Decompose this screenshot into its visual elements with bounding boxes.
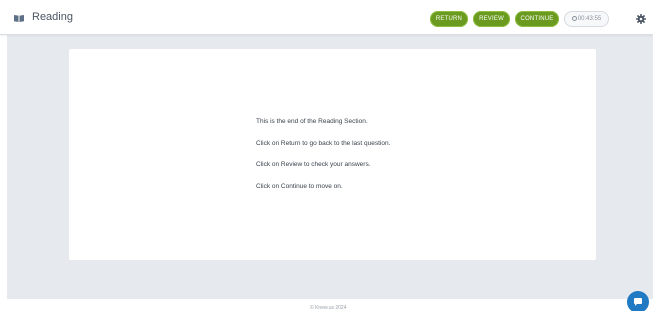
message-line: Click on Continue to move on. — [256, 182, 343, 190]
content-card: This is the end of the Reading Section. … — [69, 49, 596, 260]
review-button[interactable]: REVIEW — [473, 11, 510, 27]
message-lines: This is the end of the Reading Section. … — [256, 118, 390, 204]
message-line: This is the end of the Reading Section. — [256, 118, 368, 125]
return-button[interactable]: RETURN — [430, 11, 468, 27]
book-icon — [14, 15, 24, 22]
top-bar: Reading RETURN REVIEW CONTINUE 00:43:55 — [0, 0, 653, 35]
chat-button[interactable] — [627, 291, 649, 311]
gear-icon[interactable] — [636, 14, 646, 24]
message-line: Click on Review to check your answers. — [256, 161, 371, 168]
timer: 00:43:55 — [564, 11, 609, 27]
footer-text: © Knew.us 2024 — [310, 305, 347, 311]
chat-icon — [634, 298, 642, 306]
app-window: Reading RETURN REVIEW CONTINUE 00:43:55 … — [0, 0, 653, 311]
clock-icon — [571, 16, 577, 21]
timer-value: 00:43:55 — [577, 16, 602, 22]
main-area: This is the end of the Reading Section. … — [7, 35, 653, 299]
message-line: Click on Return to go back to the last q… — [256, 139, 391, 147]
section-title: Reading — [32, 11, 73, 23]
continue-button[interactable]: CONTINUE — [515, 11, 559, 27]
